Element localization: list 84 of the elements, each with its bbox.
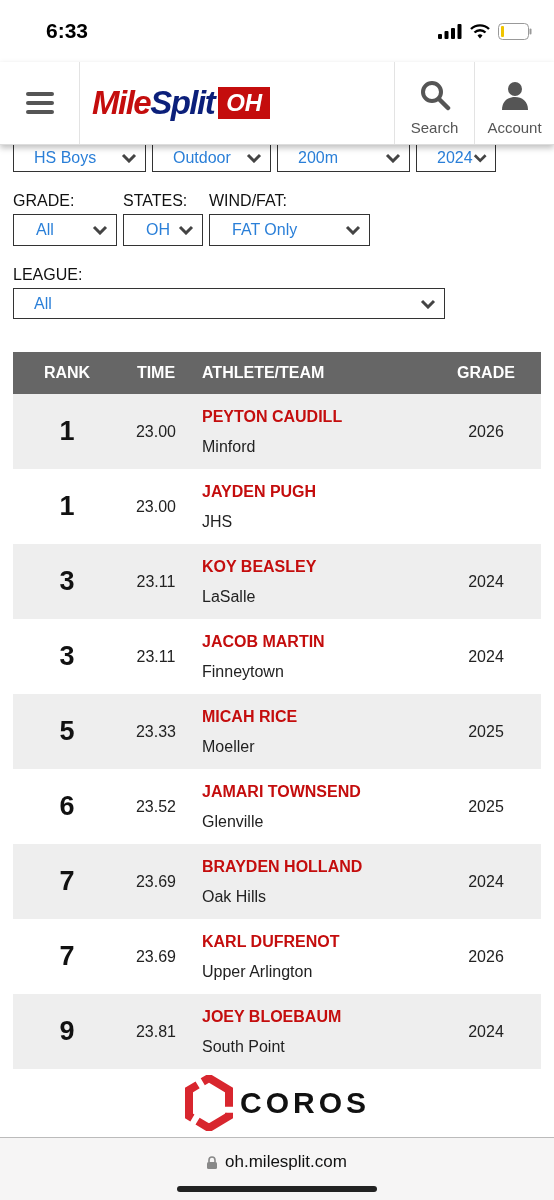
signal-icon: [438, 23, 462, 39]
search-icon: [418, 79, 451, 111]
chevron-icon: [92, 225, 108, 235]
dropdown-select[interactable]: All: [13, 214, 117, 246]
menu-icon: [25, 91, 54, 115]
search-button[interactable]: Search: [394, 62, 474, 144]
column-header: GRADE: [456, 364, 516, 382]
chevron-icon: [246, 153, 262, 163]
chevron-icon: [472, 153, 487, 163]
menu-button[interactable]: [0, 62, 80, 144]
team-name: LaSalle: [202, 587, 257, 606]
chevron-icon: [420, 298, 436, 309]
chevron-icon: [121, 153, 137, 163]
time-cell-text: 23.00: [134, 422, 177, 441]
dropdown-select[interactable]: 200m: [277, 145, 410, 172]
rank-cell-text: 7: [58, 941, 76, 972]
hexagon-logo-icon: [184, 1075, 234, 1131]
dropdown-select[interactable]: Outdoor: [152, 145, 271, 172]
lock-icon: [207, 1155, 218, 1169]
dropdown-select[interactable]: FAT Only: [209, 214, 370, 246]
chevron-icon: [345, 225, 361, 235]
column-header: RANK: [42, 364, 92, 382]
athlete-link[interactable]: JAYDEN PUGH: [202, 482, 431, 501]
time-cell-text: 23.11: [135, 572, 177, 591]
time-cell-text: 23.52: [134, 797, 177, 816]
grade-cell-text: 2024: [467, 572, 505, 591]
url-text[interactable]: oh.milesplit.com: [225, 1152, 347, 1172]
battery-icon: [498, 22, 532, 40]
team-name: Glenville: [202, 812, 265, 831]
athlete-link[interactable]: PEYTON CAUDILL: [202, 407, 431, 426]
grade-cell-text: 2024: [467, 1022, 505, 1041]
dropdown-select[interactable]: All: [13, 288, 445, 319]
filter-label: STATES:: [123, 192, 189, 211]
dropdown-select[interactable]: 2024: [416, 145, 496, 172]
filter-label: WIND/FAT:: [209, 192, 288, 211]
person-icon: [500, 81, 529, 111]
grade-cell-text: 2025: [467, 722, 505, 741]
time-cell-text: 23.00: [134, 497, 177, 516]
athlete-link[interactable]: JACOB MARTIN: [202, 632, 431, 651]
grade-cell-text: 2025: [467, 797, 505, 816]
rank-cell-text: 9: [58, 1016, 76, 1047]
team-name: JHS: [202, 512, 234, 531]
rank-cell-text: 3: [58, 641, 76, 672]
sponsor-name: COROS: [240, 1086, 370, 1120]
athlete-link[interactable]: KARL DUFRENOT: [202, 932, 431, 951]
rank-cell-text: 3: [58, 566, 76, 597]
team-name: Minford: [202, 437, 257, 456]
time-cell-text: 23.69: [134, 947, 177, 966]
column-header: TIME: [135, 364, 177, 382]
time-cell-text: 23.11: [135, 647, 177, 666]
team-name: Oak Hills: [202, 887, 267, 906]
grade-cell-text: 2024: [467, 647, 505, 666]
athlete-link[interactable]: MICAH RICE: [202, 707, 431, 726]
rank-cell-text: 1: [58, 491, 76, 522]
wifi-icon: [470, 23, 490, 39]
athlete-link[interactable]: JOEY BLOEBAUM: [202, 1007, 431, 1026]
rank-cell-text: 6: [58, 791, 76, 822]
grade-cell-text: 2026: [467, 422, 505, 441]
filter-label: GRADE:: [13, 192, 76, 211]
status-time: 6:33: [46, 19, 89, 43]
rank-cell-text: 5: [58, 716, 76, 747]
athlete-link[interactable]: JAMARI TOWNSEND: [202, 782, 431, 801]
time-cell-text: 23.81: [134, 1022, 177, 1041]
time-cell-text: 23.33: [134, 722, 177, 741]
sponsor-banner[interactable]: COROS: [0, 1069, 554, 1137]
team-name: Upper Arlington: [202, 962, 314, 981]
athlete-link[interactable]: BRAYDEN HOLLAND: [202, 857, 431, 876]
grade-cell-text: 2024: [467, 872, 505, 891]
grade-cell-text: 2026: [467, 947, 505, 966]
dropdown-select[interactable]: OH: [123, 214, 203, 246]
account-button[interactable]: Account: [474, 62, 554, 144]
chevron-icon: [178, 225, 194, 235]
rank-cell-text: 7: [58, 866, 76, 897]
rank-cell-text: 1: [58, 416, 76, 447]
chevron-icon: [385, 153, 401, 163]
filter-label: LEAGUE:: [13, 266, 84, 285]
time-cell-text: 23.69: [134, 872, 177, 891]
team-name: Finneytown: [202, 662, 285, 681]
athlete-link[interactable]: KOY BEASLEY: [202, 557, 431, 576]
team-name: Moeller: [202, 737, 256, 756]
site-logo[interactable]: MileSplit OH: [92, 84, 271, 122]
dropdown-select[interactable]: HS Boys: [13, 145, 146, 172]
column-header: ATHLETE/TEAM: [201, 364, 326, 382]
team-name: South Point: [202, 1037, 286, 1056]
